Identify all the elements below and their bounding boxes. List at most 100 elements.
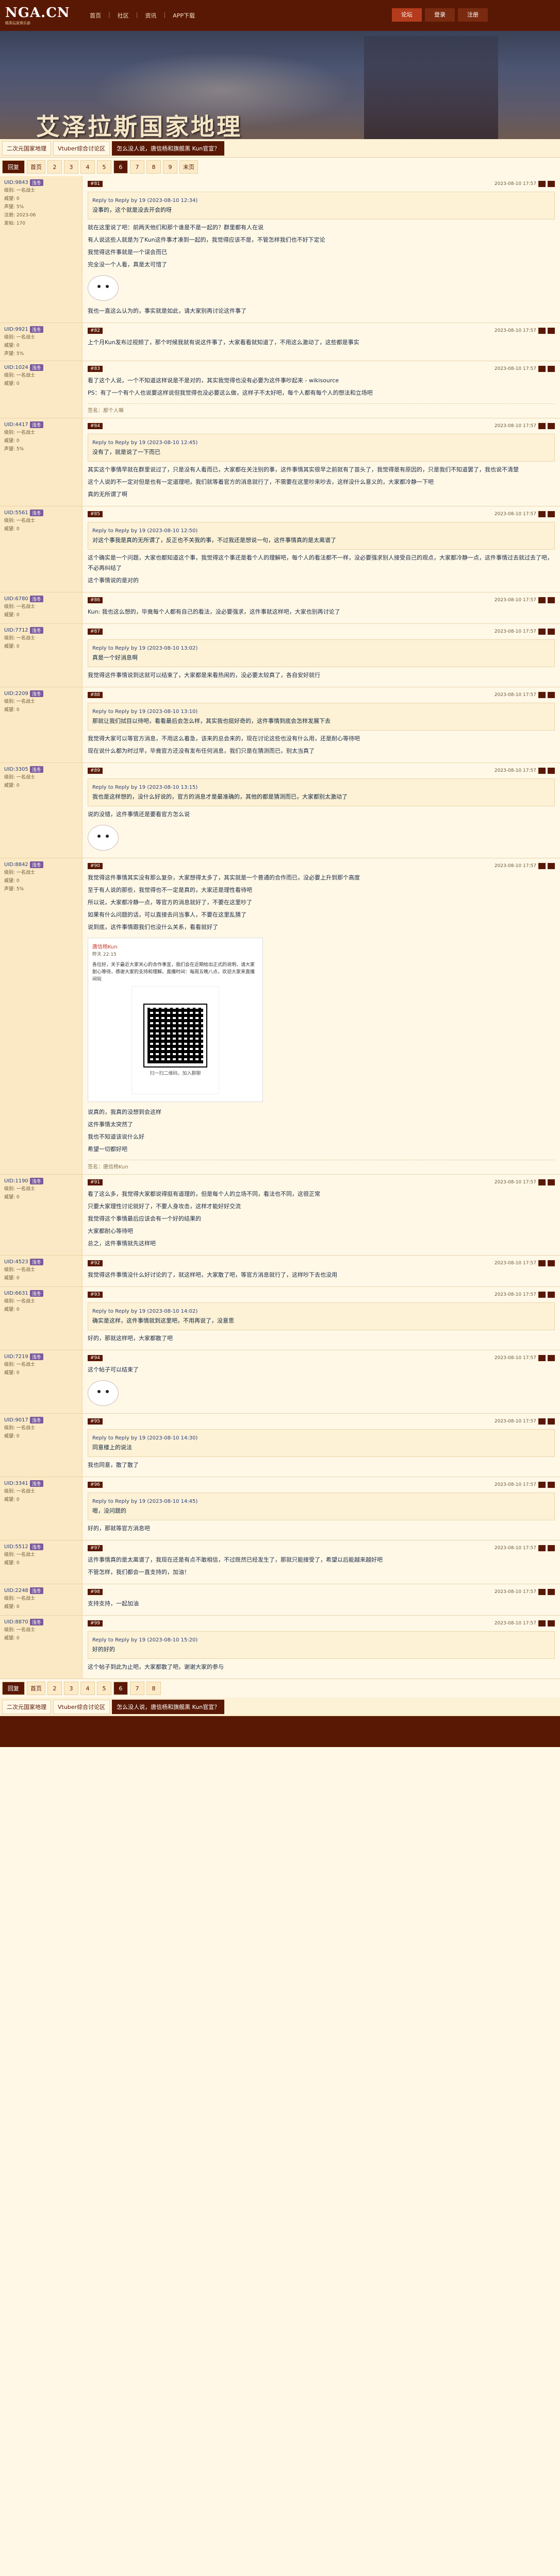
- quote-icon[interactable]: [548, 1292, 555, 1298]
- floor-number[interactable]: #88: [88, 692, 103, 698]
- reply-icon[interactable]: [538, 328, 546, 334]
- quote-icon[interactable]: [548, 1260, 555, 1266]
- floor-number[interactable]: #94: [88, 1355, 103, 1361]
- page-link[interactable]: 3: [64, 160, 78, 174]
- thread-title[interactable]: 怎么没人说，唐信杨和旗舰黑 Kun官宣？: [112, 141, 225, 156]
- page-link[interactable]: 5: [97, 1682, 111, 1695]
- quote-icon[interactable]: [548, 597, 555, 603]
- site-logo[interactable]: NGA.CN 精英玩家俱乐部: [0, 0, 77, 31]
- page-link[interactable]: 7: [130, 1682, 144, 1695]
- floor-number[interactable]: #92: [88, 1260, 103, 1266]
- reply-icon[interactable]: [538, 1418, 546, 1425]
- author-uid[interactable]: UID:7712: [4, 628, 28, 633]
- breadcrumb-item[interactable]: Vtuber综合讨论区: [53, 141, 110, 156]
- qr-code-image[interactable]: [143, 1003, 207, 1067]
- author-uid[interactable]: UID:9843: [4, 180, 28, 185]
- quote-header[interactable]: Reply to Reply by 19 (2023-08-10 12:45): [92, 438, 550, 448]
- quote-icon[interactable]: [548, 1545, 555, 1551]
- shared-card[interactable]: 唐信杨Kun 昨天 22:15 各位好，关于最近大家关心的合作事宜，我们会在近期给出…: [88, 938, 263, 1102]
- author-uid[interactable]: UID:3341: [4, 1481, 28, 1486]
- quote-icon[interactable]: [548, 692, 555, 698]
- floor-number[interactable]: #96: [88, 1482, 103, 1488]
- quote-icon[interactable]: [548, 511, 555, 517]
- author-uid[interactable]: UID:5561: [4, 510, 28, 516]
- reply-icon[interactable]: [538, 1482, 546, 1488]
- author-uid[interactable]: UID:9017: [4, 1417, 28, 1423]
- floor-number[interactable]: #93: [88, 1292, 103, 1298]
- nav-item[interactable]: 资讯: [138, 11, 163, 20]
- floor-number[interactable]: #83: [88, 366, 103, 372]
- quote-header[interactable]: Reply to Reply by 19 (2023-08-10 12:34): [92, 196, 550, 206]
- quote-header[interactable]: Reply to Reply by 19 (2023-08-10 12:50): [92, 527, 550, 536]
- forum-button[interactable]: 论坛: [392, 8, 422, 22]
- author-uid[interactable]: UID:3305: [4, 767, 28, 772]
- page-link[interactable]: 首页: [27, 160, 45, 174]
- nav-item[interactable]: 社区: [110, 11, 136, 20]
- floor-number[interactable]: #81: [88, 181, 103, 187]
- quote-icon[interactable]: [548, 1589, 555, 1595]
- floor-number[interactable]: #99: [88, 1620, 103, 1626]
- quote-header[interactable]: Reply to Reply by 19 (2023-08-10 15:20): [92, 1636, 550, 1645]
- reply-icon[interactable]: [538, 366, 546, 372]
- page-link[interactable]: 末页: [179, 160, 198, 174]
- floor-number[interactable]: #85: [88, 511, 103, 517]
- author-uid[interactable]: UID:1190: [4, 1178, 28, 1184]
- author-uid[interactable]: UID:5512: [4, 1544, 28, 1550]
- nav-item[interactable]: APP下载: [166, 11, 202, 20]
- quote-header[interactable]: Reply to Reply by 19 (2023-08-10 13:02): [92, 644, 550, 653]
- quote-icon[interactable]: [548, 863, 555, 869]
- quote-icon[interactable]: [548, 1620, 555, 1626]
- register-button[interactable]: 注册: [458, 8, 488, 22]
- reply-icon[interactable]: [538, 181, 546, 187]
- page-link[interactable]: 4: [80, 1682, 95, 1695]
- quote-header[interactable]: Reply to Reply by 19 (2023-08-10 14:45): [92, 1497, 550, 1506]
- reply-icon[interactable]: [538, 768, 546, 774]
- reply-icon[interactable]: [538, 1179, 546, 1185]
- quote-icon[interactable]: [548, 423, 555, 429]
- author-uid[interactable]: UID:6780: [4, 596, 28, 602]
- quote-icon[interactable]: [548, 366, 555, 372]
- author-uid[interactable]: UID:9921: [4, 327, 28, 332]
- reply-icon[interactable]: [538, 1589, 546, 1595]
- page-link[interactable]: 3: [64, 1682, 78, 1695]
- floor-number[interactable]: #89: [88, 768, 103, 774]
- reply-icon[interactable]: [538, 1620, 546, 1626]
- reply-icon[interactable]: [538, 1260, 546, 1266]
- floor-number[interactable]: #90: [88, 863, 103, 869]
- author-uid[interactable]: UID:4523: [4, 1259, 28, 1265]
- page-link[interactable]: 8: [146, 160, 161, 174]
- page-link[interactable]: 2: [47, 1682, 62, 1695]
- author-uid[interactable]: UID:6631: [4, 1291, 28, 1296]
- quote-header[interactable]: Reply to Reply by 19 (2023-08-10 13:15): [92, 783, 550, 792]
- page-link[interactable]: 首页: [27, 1682, 45, 1695]
- page-link-current[interactable]: 6: [113, 160, 128, 174]
- quote-icon[interactable]: [548, 181, 555, 187]
- quote-header[interactable]: Reply to Reply by 19 (2023-08-10 14:30): [92, 1434, 550, 1443]
- author-uid[interactable]: UID:8870: [4, 1619, 28, 1625]
- page-link[interactable]: 8: [146, 1682, 161, 1695]
- page-link[interactable]: 5: [97, 160, 111, 174]
- quote-icon[interactable]: [548, 629, 555, 635]
- reply-icon[interactable]: [538, 423, 546, 429]
- reply-icon[interactable]: [538, 863, 546, 869]
- reply-icon[interactable]: [538, 1545, 546, 1551]
- reply-icon[interactable]: [538, 1355, 546, 1361]
- reply-icon[interactable]: [538, 511, 546, 517]
- author-uid[interactable]: UID:8842: [4, 862, 28, 868]
- page-link-current[interactable]: 6: [113, 1682, 128, 1695]
- quote-icon[interactable]: [548, 1482, 555, 1488]
- floor-number[interactable]: #98: [88, 1589, 103, 1595]
- login-button[interactable]: 登录: [425, 8, 455, 22]
- quote-icon[interactable]: [548, 328, 555, 334]
- nav-item[interactable]: 首页: [83, 11, 108, 20]
- quote-icon[interactable]: [548, 1179, 555, 1185]
- author-uid[interactable]: UID:4417: [4, 422, 28, 428]
- breadcrumb-item[interactable]: 二次元国家地理: [2, 141, 51, 156]
- page-link[interactable]: 7: [130, 160, 144, 174]
- floor-number[interactable]: #87: [88, 629, 103, 635]
- reply-icon[interactable]: [538, 597, 546, 603]
- reply-button[interactable]: 回复: [2, 1682, 25, 1695]
- author-uid[interactable]: UID:1024: [4, 365, 28, 370]
- floor-number[interactable]: #84: [88, 423, 103, 429]
- reply-button[interactable]: 回复: [2, 160, 25, 174]
